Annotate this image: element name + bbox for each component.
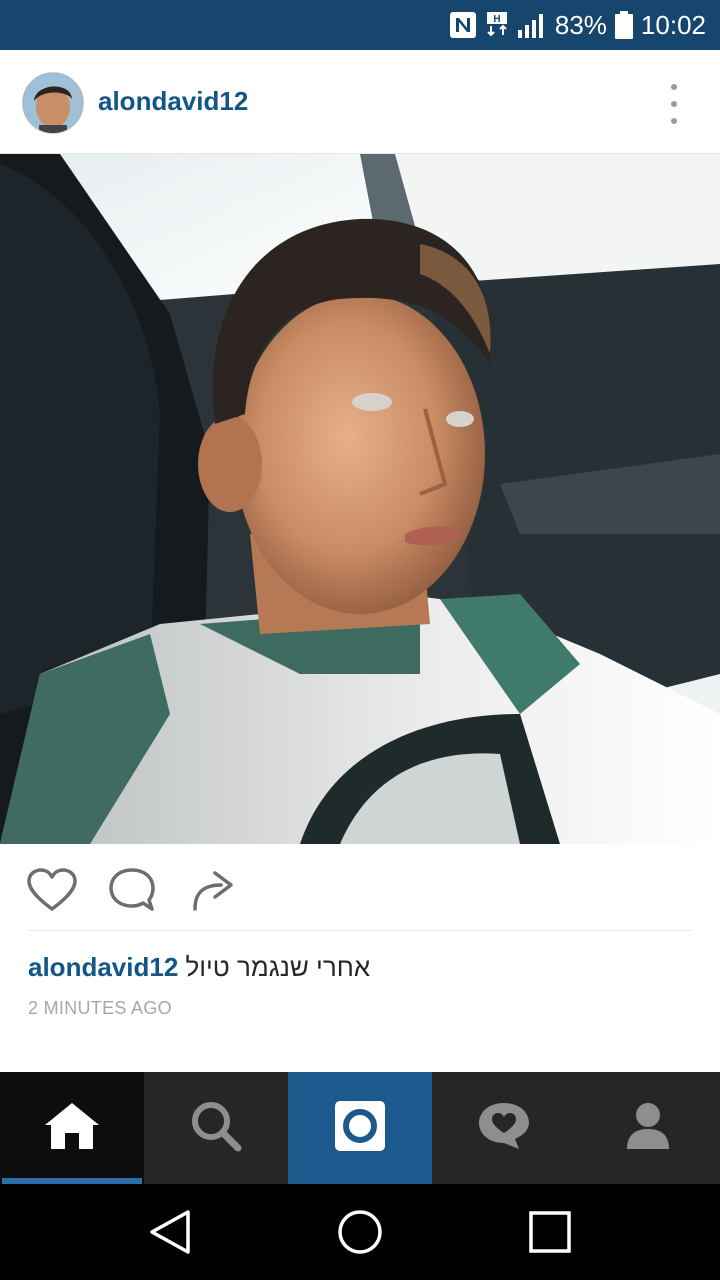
profile-icon (625, 1101, 671, 1156)
search-icon (190, 1100, 242, 1157)
camera-icon (334, 1100, 386, 1157)
tab-search[interactable] (144, 1072, 288, 1184)
clock: 10:02 (640, 9, 706, 40)
post-username[interactable]: alondavid12 (98, 86, 248, 117)
post-timestamp: 2 MINUTES AGO (28, 998, 172, 1018)
post-header: alondavid12 (0, 50, 720, 154)
home-circle-icon[interactable] (334, 1206, 386, 1258)
caption-text: אחרי שנגמר טיול (185, 952, 371, 982)
battery-icon (614, 11, 633, 39)
caption: alondavid12 אחרי שנגמר טיול (28, 952, 370, 983)
status-icons: H 83% 10:02 (449, 0, 706, 50)
battery-percent: 83% (554, 9, 607, 40)
tab-home[interactable] (0, 1072, 144, 1184)
activity-icon (477, 1101, 531, 1156)
status-bar: H 83% 10:02 (0, 0, 720, 50)
svg-text:H: H (493, 14, 500, 25)
system-nav-bar (0, 1184, 720, 1280)
heart-icon[interactable] (26, 867, 78, 913)
divider (28, 930, 692, 931)
comment-icon[interactable] (106, 867, 158, 913)
tab-camera[interactable] (288, 1072, 432, 1184)
post-actions (0, 845, 720, 931)
post-photo[interactable] (0, 154, 720, 844)
recents-icon[interactable] (524, 1206, 576, 1258)
data-transfer-icon: H (485, 11, 509, 39)
tab-profile[interactable] (576, 1072, 720, 1184)
signal-icon (517, 12, 547, 38)
avatar[interactable] (22, 72, 84, 134)
share-icon[interactable] (186, 867, 238, 913)
back-icon[interactable] (144, 1206, 196, 1258)
nfc-icon (449, 11, 477, 39)
more-options-icon[interactable] (664, 84, 684, 124)
tab-bar (0, 1072, 720, 1184)
home-icon (43, 1101, 101, 1156)
caption-username[interactable]: alondavid12 (28, 952, 178, 982)
tab-activity[interactable] (432, 1072, 576, 1184)
